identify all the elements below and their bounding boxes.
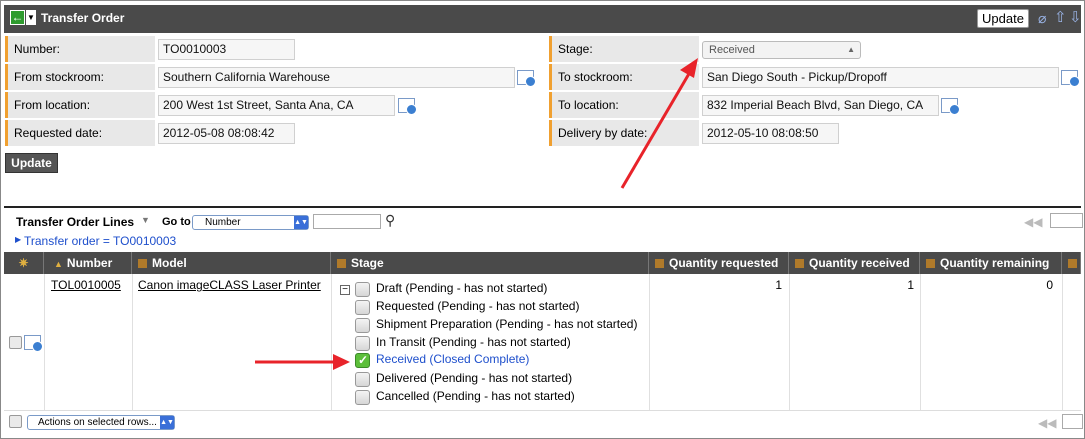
annotation-arrow-stage-head [680, 58, 698, 78]
annotation-arrow-stage-line [620, 71, 692, 189]
annotation-arrow-received-head [333, 354, 350, 370]
annotation-overlay [255, 58, 698, 370]
